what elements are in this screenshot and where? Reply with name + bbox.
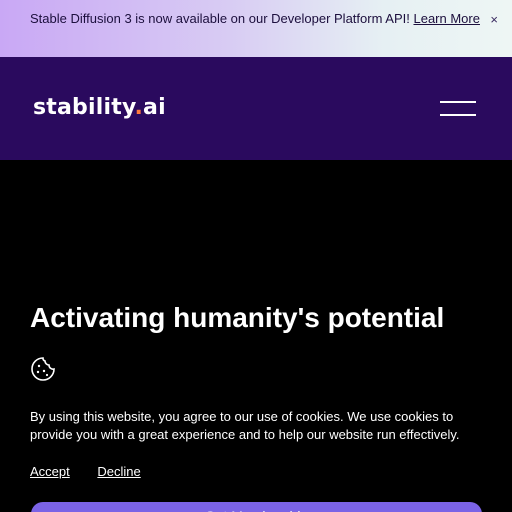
logo-suffix: ai bbox=[143, 95, 166, 120]
announcement-message: Stable Diffusion 3 is now available on o… bbox=[30, 10, 480, 28]
decline-cookies-button[interactable]: Decline bbox=[97, 464, 140, 479]
learn-more-link[interactable]: Learn More bbox=[413, 11, 479, 26]
menu-line bbox=[440, 114, 476, 116]
announcement-text: Stable Diffusion 3 is now available on o… bbox=[30, 11, 414, 26]
hero-title: Activating humanity's potential bbox=[30, 302, 445, 333]
accept-cookies-button[interactable]: Accept bbox=[30, 464, 70, 479]
logo[interactable]: stability.ai bbox=[33, 95, 166, 120]
cookie-consent-text: By using this website, you agree to our … bbox=[30, 409, 460, 442]
announcement-bar: Stable Diffusion 3 is now available on o… bbox=[0, 0, 512, 57]
cookie-icon bbox=[31, 357, 55, 381]
close-icon[interactable]: × bbox=[490, 11, 498, 29]
site-header: stability.ai bbox=[0, 57, 512, 160]
logo-text: stability bbox=[33, 95, 135, 120]
get-membership-button[interactable]: Get Membership bbox=[31, 502, 482, 512]
hamburger-menu-icon[interactable] bbox=[440, 101, 476, 117]
logo-dot: . bbox=[134, 95, 144, 120]
menu-line bbox=[440, 101, 476, 103]
cookie-actions: Accept Decline bbox=[30, 464, 165, 479]
